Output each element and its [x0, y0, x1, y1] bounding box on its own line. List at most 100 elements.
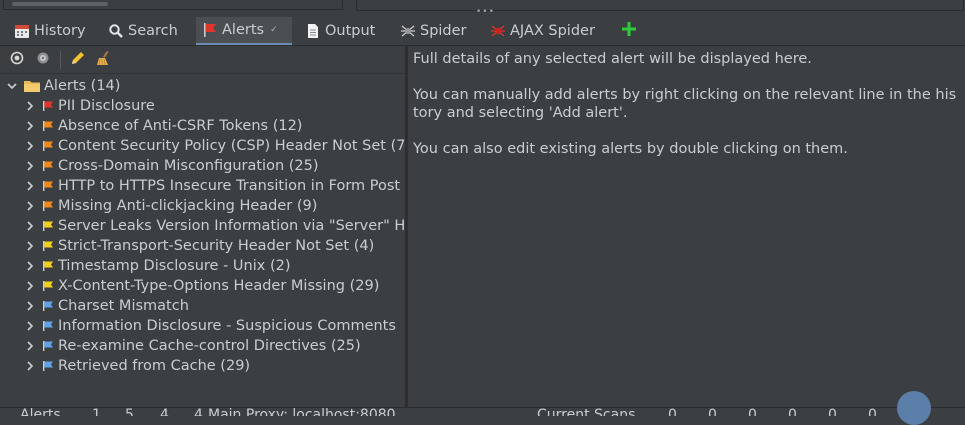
tab-label: AJAX Spider [510, 23, 595, 39]
top-split-area: ••• [0, 0, 965, 17]
sites-pane-bottom [3, 0, 343, 10]
tree-item-alert[interactable]: Content Security Policy (CSP) Header Not… [24, 136, 405, 156]
info-risk-flag-icon [42, 360, 54, 372]
chevron-right-icon[interactable] [24, 241, 36, 251]
scope-icon [36, 51, 50, 69]
tree-item-label: Absence of Anti-CSRF Tokens (12) [58, 118, 303, 134]
clean-alerts-button[interactable] [93, 49, 115, 71]
chevron-right-icon[interactable] [24, 161, 36, 171]
tree-item-alert[interactable]: X-Content-Type-Options Header Missing (2… [24, 276, 379, 296]
tree-item-label: Missing Anti-clickjacking Header (9) [58, 198, 318, 214]
tree-item-alert[interactable]: Missing Anti-clickjacking Header (9) [24, 196, 317, 216]
chevron-right-icon[interactable] [24, 201, 36, 211]
tree-root-alerts[interactable]: Alerts (14) [6, 76, 120, 96]
spider-icon [400, 23, 416, 39]
chevron-right-icon[interactable] [24, 261, 36, 271]
tab-search[interactable]: Search [102, 17, 184, 45]
tree-item-alert[interactable]: Information Disclosure - Suspicious Comm… [24, 316, 396, 336]
tree-item-alert[interactable]: Server Leaks Version Information via "Se… [24, 216, 405, 236]
tab-alerts[interactable]: Alerts ✓ [196, 17, 292, 45]
chevron-right-icon[interactable] [24, 101, 36, 111]
tree-item-label: X-Content-Type-Options Header Missing (2… [58, 278, 380, 294]
tree-item-label: Re-examine Cache-control Directives (25) [58, 338, 361, 354]
tree-item-alert[interactable]: Timestamp Disclosure - Unix (2) [24, 256, 291, 276]
chevron-right-icon[interactable] [24, 281, 36, 291]
medium-risk-flag-icon [42, 120, 54, 132]
chevron-right-icon[interactable] [24, 181, 36, 191]
tree-item-alert[interactable]: Absence of Anti-CSRF Tokens (12) [24, 116, 302, 136]
details-line-3: You can also edit existing alerts by dou… [413, 141, 848, 157]
chevron-down-icon[interactable] [6, 81, 18, 91]
info-risk-flag-icon [42, 300, 54, 312]
tab-spider[interactable]: Spider [394, 17, 473, 45]
tree-item-alert[interactable]: Re-examine Cache-control Directives (25) [24, 336, 361, 356]
medium-risk-flag-icon [42, 160, 54, 172]
chevron-right-icon[interactable] [24, 121, 36, 131]
tree-item-label: Cross-Domain Misconfiguration (25) [58, 158, 319, 174]
chevron-right-icon[interactable] [24, 141, 36, 151]
tree-item-alert[interactable]: Cross-Domain Misconfiguration (25) [24, 156, 319, 176]
tab-label: Alerts [222, 22, 265, 38]
tree-root-label: Alerts (14) [44, 78, 121, 94]
scope-button[interactable] [32, 49, 54, 71]
chevron-right-icon[interactable] [24, 321, 36, 331]
tree-item-label: Information Disclosure - Suspicious Comm… [58, 318, 396, 334]
tree-item-label: Content Security Policy (CSP) Header Not… [58, 138, 405, 154]
tree-item-alert[interactable]: Strict-Transport-Security Header Not Set… [24, 236, 374, 256]
tree-item-label: HTTP to HTTPS Insecure Transition in For… [58, 178, 401, 194]
alert-details-panel: Full details of any selected alert will … [407, 46, 965, 407]
low-risk-flag-icon [42, 220, 54, 232]
tab-ajax-spider[interactable]: AJAX Spider [484, 17, 601, 45]
details-line-2: You can manually add alerts by right cli… [413, 87, 957, 121]
tree-item-alert[interactable]: HTTP to HTTPS Insecure Transition in For… [24, 176, 400, 196]
tab-label: Output [325, 23, 376, 39]
tab-history[interactable]: History [8, 17, 92, 45]
tree-item-label: PII Disclosure [58, 98, 155, 114]
details-line-1: Full details of any selected alert will … [413, 51, 812, 67]
edit-alert-button[interactable] [67, 49, 89, 71]
alerts-toolbar [0, 46, 405, 74]
splitter-grip-icon[interactable]: ••• [476, 8, 494, 17]
tab-label: Spider [420, 23, 467, 39]
tab-pin-icon[interactable]: ✓ [270, 25, 278, 35]
output-document-icon [305, 23, 321, 39]
tree-item-label: Server Leaks Version Information via "Se… [58, 218, 405, 234]
tree-item-alert[interactable]: Retrieved from Cache (29) [24, 356, 250, 376]
tree-item-alert[interactable]: Charset Mismatch [24, 296, 189, 316]
tab-output[interactable]: Output [299, 17, 381, 45]
scan-progress-button[interactable] [897, 391, 931, 425]
tab-label: Search [128, 23, 178, 39]
info-risk-flag-icon [42, 340, 54, 352]
tree-item-label: Timestamp Disclosure - Unix (2) [58, 258, 291, 274]
bottom-tab-bar: History Search Alerts ✓ Output Spider AJ… [0, 17, 965, 46]
horizontal-scrollbar-thumb[interactable] [12, 2, 108, 6]
filter-button[interactable] [6, 49, 28, 71]
folder-icon [24, 79, 40, 93]
chevron-right-icon[interactable] [24, 301, 36, 311]
filter-icon [10, 51, 24, 69]
toolbar-separator [60, 50, 61, 69]
medium-risk-flag-icon [42, 200, 54, 212]
tab-label: History [34, 23, 86, 39]
tree-item-label: Retrieved from Cache (29) [58, 358, 251, 374]
alert-flag-icon [202, 22, 218, 38]
history-icon [14, 23, 30, 39]
search-icon [108, 23, 124, 39]
medium-risk-flag-icon [42, 140, 54, 152]
high-risk-flag-icon [42, 100, 54, 112]
chevron-right-icon[interactable] [24, 221, 36, 231]
chevron-right-icon[interactable] [24, 361, 36, 371]
plus-icon [622, 22, 636, 40]
alerts-tree-panel: Alerts (14) PII Disclosure Absence of Ant… [0, 46, 407, 407]
alerts-tree: Alerts (14) PII Disclosure Absence of Ant… [0, 76, 405, 407]
low-risk-flag-icon [42, 280, 54, 292]
request-response-pane-bottom [356, 0, 964, 11]
tree-item-alert[interactable]: PII Disclosure [24, 96, 155, 116]
low-risk-flag-icon [42, 260, 54, 272]
tree-item-label: Strict-Transport-Security Header Not Set… [58, 238, 375, 254]
chevron-right-icon[interactable] [24, 341, 36, 351]
add-tab-button[interactable] [618, 19, 640, 43]
ajax-spider-icon [490, 23, 506, 39]
edit-pencil-icon [70, 50, 86, 70]
info-risk-flag-icon [42, 320, 54, 332]
